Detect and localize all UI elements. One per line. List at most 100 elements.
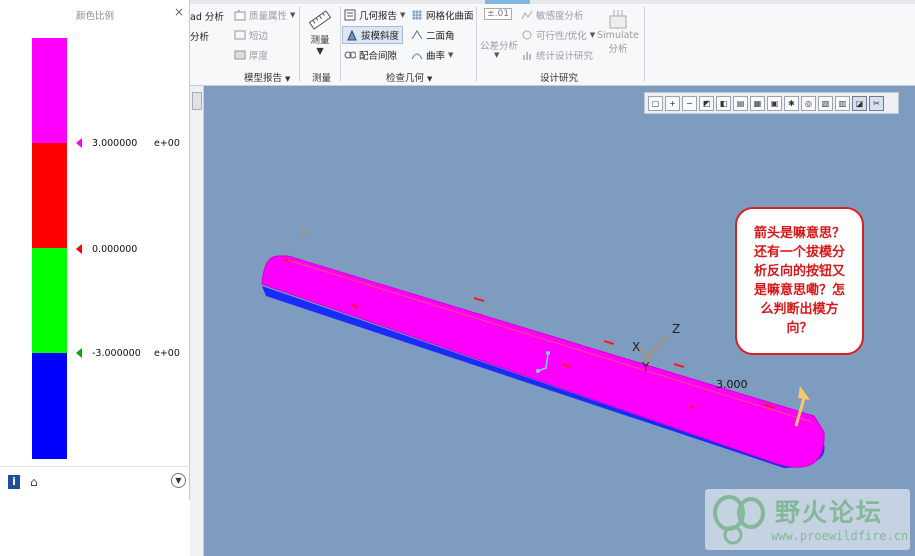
draft-value-label: 3.000 [716, 378, 748, 391]
close-icon[interactable]: × [174, 5, 184, 19]
chevron-down-icon: ▼ [400, 11, 406, 19]
divider [644, 6, 645, 82]
saved-views-icon[interactable]: ▤ [733, 95, 748, 111]
short-edge-button[interactable]: 短边 [234, 28, 268, 42]
watermark-title: 野火论坛 [775, 498, 884, 527]
feasibility-button[interactable]: 可行性/优化 ▼ [521, 28, 595, 42]
analysis-button[interactable]: 分析 [190, 29, 209, 43]
short-edge-icon [234, 29, 246, 41]
pick-point-dot [536, 369, 540, 373]
check-geometry-group-label[interactable]: 检查几何 ▼ [386, 70, 432, 84]
geometry-report-label: 几何报告 [359, 11, 398, 22]
measure-label: 测量 [310, 35, 330, 46]
origin-marker: × [300, 229, 308, 239]
mesh-surface-label: 网格化曲面 [426, 11, 474, 22]
chevron-down-icon: ▼ [290, 11, 296, 19]
clearance-icon [344, 49, 357, 61]
draft-icon [346, 29, 358, 41]
draft-analysis-button[interactable]: 拔模斜度 [342, 26, 404, 44]
scale-value-zero[interactable]: 0.000000 [92, 244, 137, 255]
dihedral-icon [411, 29, 423, 41]
scale-marker[interactable] [76, 348, 82, 358]
model-tree-collapsed-strip[interactable] [190, 86, 204, 556]
statistical-icon [521, 49, 533, 61]
perspective-icon[interactable]: ▣ [767, 95, 782, 111]
appearance-icon[interactable]: ◪ [852, 95, 867, 111]
panel-footer: i ⌂ ▼ [0, 466, 190, 500]
dihedral-button[interactable]: 二面角 [411, 28, 455, 42]
tolerance-icon: ±.01 [484, 8, 512, 20]
mesh-surface-button[interactable]: 网格化曲面 [411, 8, 474, 22]
mass-properties-icon [234, 9, 246, 21]
annotation-display-icon[interactable]: ▧ [818, 95, 833, 111]
panel-title: 颜色比例 [75, 11, 114, 22]
spin-center-icon[interactable]: ◎ [801, 95, 816, 111]
curvature-icon [411, 49, 423, 61]
thickness-button[interactable]: 厚度 [234, 48, 268, 62]
curvature-button[interactable]: 曲率 ▼ [411, 48, 453, 62]
scale-value-lower[interactable]: -3.000000 [92, 348, 141, 359]
ruler-icon [308, 10, 332, 30]
scale-marker[interactable] [76, 138, 82, 148]
chevron-down-icon: ▼ [285, 75, 291, 83]
chevron-down-icon: ▼ [494, 51, 500, 59]
fit-clearance-button[interactable]: 配合间隙 [344, 48, 397, 62]
tab-indicator [485, 0, 530, 4]
divider [476, 6, 477, 82]
simulate-analysis-button[interactable]: Simulate 分析 [597, 8, 639, 55]
cad-analysis-button[interactable]: ad 分析 [190, 9, 224, 23]
tolerance-analysis-label-row[interactable]: 公差分析 [480, 38, 518, 52]
annotation-callout: 箭头是嘛意思？还有一个拔模分析反向的按钮又是嘛意思嘞？怎么判断出模方向？ [735, 207, 864, 355]
info-icon[interactable]: i [8, 475, 20, 489]
curvature-label: 曲率 [426, 51, 446, 62]
butterfly-logo-icon [713, 495, 765, 545]
scale-exponent-lower: e+00 [154, 348, 180, 359]
zoom-out-icon[interactable]: − [682, 95, 697, 111]
draft-label: 拔模斜度 [361, 31, 400, 42]
scale-exponent-upper: e+00 [154, 138, 180, 149]
forum-watermark: 野火论坛 www.proewildfire.cn [705, 489, 910, 550]
mass-properties-button[interactable]: 质量属性 ▼ [234, 8, 295, 22]
strip-tab[interactable] [192, 92, 202, 110]
thickness-label: 厚度 [249, 51, 269, 62]
scale-band-blue [32, 353, 67, 459]
display-style-icon[interactable]: ◧ [716, 95, 731, 111]
divider [340, 6, 341, 82]
tolerance-dropdown[interactable]: ▼ [494, 51, 499, 59]
axis-x-label: X [632, 340, 640, 354]
scale-value-upper[interactable]: 3.000000 [92, 138, 137, 149]
datum-display-icon[interactable]: ✱ [784, 95, 799, 111]
section-icon[interactable]: ▥ [835, 95, 850, 111]
csys-triad [637, 335, 669, 364]
cad-analysis-label: ad 分析 [190, 12, 224, 23]
home-icon[interactable]: ⌂ [30, 475, 38, 489]
repaint-icon[interactable]: ◩ [699, 95, 714, 111]
measure-button[interactable]: 测量 ▼ [306, 8, 334, 57]
measure-group-label: 测量 [312, 73, 332, 84]
chevron-down-icon: ▼ [427, 75, 433, 83]
chevron-down-icon: ▼ [448, 51, 454, 59]
scale-marker[interactable] [76, 244, 82, 254]
design-study-group-label: 设计研究 [540, 73, 579, 84]
refit-icon[interactable]: ▢ [648, 95, 663, 111]
analysis-display-icon[interactable]: ✂ [869, 95, 884, 111]
pick-point-dot [546, 351, 550, 355]
callout-text: 箭头是嘛意思？还有一个拔模分析反向的按钮又是嘛意思嘞？怎么判断出模方向？ [753, 226, 845, 336]
tolerance-analysis-button[interactable]: ±.01 [480, 8, 516, 20]
view-manager-icon[interactable]: ▦ [750, 95, 765, 111]
statistical-study-button[interactable]: 统计设计研究 [521, 48, 593, 62]
axis-z-label: Z [672, 322, 680, 336]
zoom-in-icon[interactable]: + [665, 95, 680, 111]
tolerance-analysis-label: 公差分析 [480, 41, 519, 52]
sensitivity-analysis-button[interactable]: 敏感度分析 [521, 8, 584, 22]
divider [299, 6, 300, 82]
statistical-label: 统计设计研究 [536, 51, 594, 62]
chevron-down-icon[interactable]: ▼ [171, 473, 186, 488]
model-report-group-text: 模型报告 [244, 73, 283, 84]
model-report-group-label[interactable]: 模型报告 ▼ [244, 70, 290, 84]
axis-y-label: Y [641, 360, 650, 374]
feasibility-label: 可行性/优化 [536, 31, 587, 42]
sensitivity-icon [521, 9, 533, 21]
geometry-report-button[interactable]: 几何报告 ▼ [344, 8, 405, 22]
mass-properties-label: 质量属性 [249, 11, 288, 22]
